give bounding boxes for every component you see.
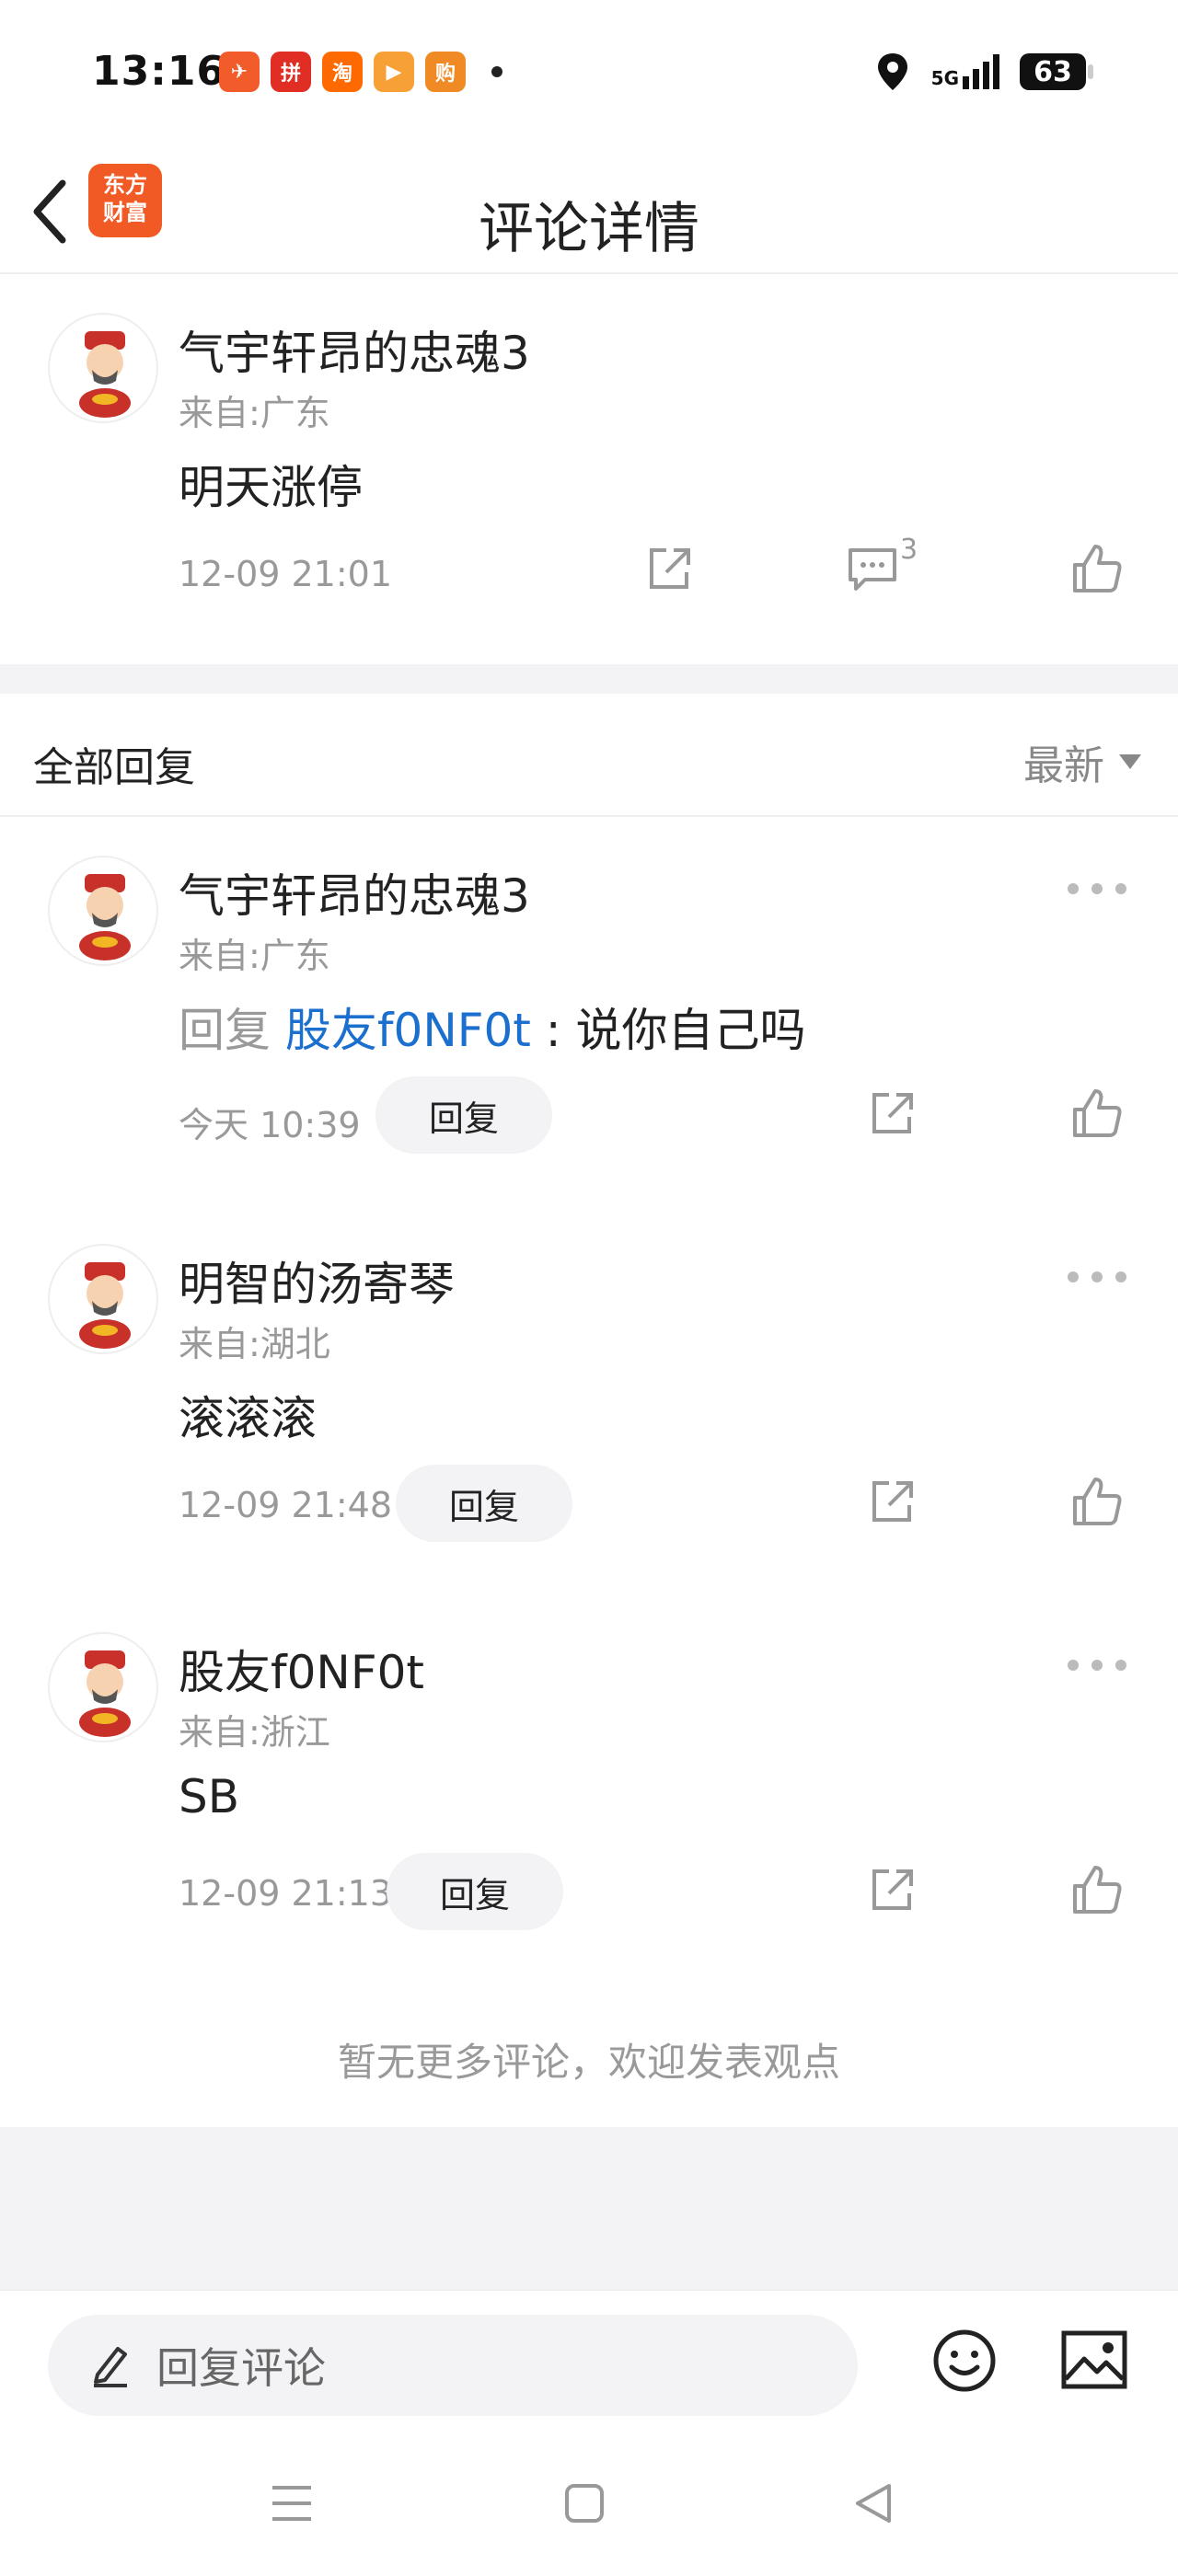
- reply-username[interactable]: 明智的汤寄琴: [179, 1248, 455, 1314]
- thumbs-up-icon: [1073, 1089, 1122, 1137]
- home-nav-button[interactable]: [563, 2482, 606, 2528]
- reply-target-user[interactable]: 股友f0NF0t: [285, 1004, 531, 1057]
- sort-dropdown[interactable]: 最新: [1023, 732, 1141, 791]
- notification-app-icons: ✈ 拼 淘 ▶ 购: [219, 52, 502, 92]
- pinduoduo-app-icon: 拼: [271, 52, 311, 92]
- reply-username[interactable]: 股友f0NF0t: [179, 1636, 424, 1702]
- more-options-button[interactable]: [1068, 1656, 1126, 1674]
- share-button[interactable]: [644, 545, 694, 598]
- network-type: 5G: [930, 67, 959, 89]
- caret-down-icon: [1119, 754, 1141, 769]
- reply-region: 来自:浙江: [179, 1712, 330, 1753]
- reply-time: 今天 10:39: [179, 1105, 361, 1145]
- more-options-button[interactable]: [1068, 1268, 1126, 1286]
- avatar[interactable]: [48, 1632, 158, 1742]
- share-icon: [872, 1093, 913, 1133]
- empty-area: [0, 2127, 1178, 2289]
- reply-text: 回复 股友f0NF0t : 说你自己吗: [179, 1004, 806, 1057]
- comment-time: 12-09 21:01: [179, 554, 393, 594]
- image-icon: [1061, 2330, 1127, 2389]
- share-icon: [872, 1869, 913, 1910]
- location-icon: [877, 53, 907, 90]
- reply-region: 来自:湖北: [179, 1324, 330, 1364]
- reply-time: 12-09 21:48: [179, 1485, 393, 1525]
- comment-text: 明天涨停: [179, 461, 363, 514]
- status-bar: 13:16 ✈ 拼 淘 ▶ 购 5G 63: [0, 0, 1178, 147]
- reply-button[interactable]: 回复: [396, 1465, 572, 1542]
- reply-input-placeholder: 回复评论: [156, 2343, 326, 2393]
- pencil-icon: [94, 2347, 127, 2387]
- share-button[interactable]: [867, 1478, 917, 1531]
- reply-username[interactable]: 气宇轩昂的忠魂3: [179, 859, 530, 926]
- no-more-comments-text: 暂无更多评论，欢迎发表观点: [337, 2040, 840, 2085]
- comment-username[interactable]: 气宇轩昂的忠魂3: [179, 316, 530, 383]
- like-button[interactable]: [1071, 1476, 1123, 1531]
- avatar[interactable]: [48, 856, 158, 966]
- avatar[interactable]: [48, 1244, 158, 1354]
- comment-region: 来自:广东: [179, 393, 330, 433]
- back-nav-button[interactable]: [852, 2482, 895, 2528]
- reply-time: 12-09 21:13: [179, 1873, 393, 1914]
- reply-item: 气宇轩昂的忠魂3 来自:广东 回复 股友f0NF0t : 说你自己吗 今天 10…: [0, 819, 1178, 1207]
- like-button[interactable]: [1071, 543, 1123, 598]
- like-button[interactable]: [1071, 1864, 1123, 1919]
- caishen-avatar-icon: [79, 1262, 131, 1349]
- thumbs-up-icon: [1073, 1866, 1122, 1914]
- avatar[interactable]: [48, 313, 158, 423]
- signal-icon: 5G: [931, 54, 999, 89]
- image-button[interactable]: [1060, 2329, 1128, 2394]
- caishen-avatar-icon: [79, 331, 131, 418]
- reply-input-bar: 回复评论: [0, 2289, 1178, 2436]
- like-button[interactable]: [1071, 1087, 1123, 1143]
- comment-icon: [849, 548, 896, 591]
- share-icon: [872, 1481, 913, 1522]
- taobao-app-icon: 淘: [322, 52, 363, 92]
- page-header: 东方 财富 评论详情: [0, 147, 1178, 274]
- all-replies-label: 全部回复: [33, 744, 195, 791]
- share-button[interactable]: [867, 1866, 917, 1919]
- share-button[interactable]: [867, 1089, 917, 1143]
- square-icon: [565, 2484, 604, 2523]
- section-divider: [0, 664, 1178, 694]
- thumbs-up-icon: [1073, 545, 1122, 592]
- comment-count-button[interactable]: 3: [847, 534, 918, 596]
- main-comment: 气宇轩昂的忠魂3 来自:广东 明天涨停 12-09 21:01 3: [0, 276, 1178, 662]
- video-app-icon: ▶: [374, 52, 414, 92]
- reply-item: 明智的汤寄琴 来自:湖北 滚滚滚 12-09 21:48 回复: [0, 1207, 1178, 1595]
- more-notifications-dot: [491, 66, 502, 77]
- sort-label: 最新: [1023, 742, 1104, 789]
- emoji-icon: [933, 2329, 996, 2392]
- thumbs-up-icon: [1073, 1478, 1122, 1525]
- reply-region: 来自:广东: [179, 936, 330, 976]
- page-title: 评论详情: [479, 197, 699, 261]
- reply-text: 滚滚滚: [179, 1392, 317, 1445]
- reply-button[interactable]: 回复: [387, 1853, 563, 1930]
- replies-header: 全部回复 最新: [0, 694, 1178, 817]
- reply-item: 股友f0NF0t 来自:浙江 SB 12-09 21:13 回复: [0, 1595, 1178, 1984]
- menu-nav-button[interactable]: [271, 2482, 313, 2528]
- reply-button[interactable]: 回复: [375, 1076, 552, 1154]
- system-nav-bar: [0, 2436, 1178, 2576]
- feishu-app-icon: ✈: [219, 52, 260, 92]
- menu-icon: [272, 2486, 311, 2521]
- more-options-button[interactable]: [1068, 880, 1126, 898]
- battery-icon: 63: [1020, 53, 1093, 90]
- reply-text: SB: [179, 1770, 240, 1823]
- shop-app-icon: 购: [425, 52, 466, 92]
- caishen-avatar-icon: [79, 1650, 131, 1737]
- caishen-avatar-icon: [79, 874, 131, 960]
- status-time: 13:16: [92, 48, 226, 95]
- triangle-back-icon: [856, 2484, 891, 2523]
- share-icon: [650, 548, 690, 589]
- reply-input[interactable]: 回复评论: [48, 2315, 858, 2416]
- emoji-button[interactable]: [931, 2328, 998, 2398]
- comment-count: 3: [900, 534, 918, 566]
